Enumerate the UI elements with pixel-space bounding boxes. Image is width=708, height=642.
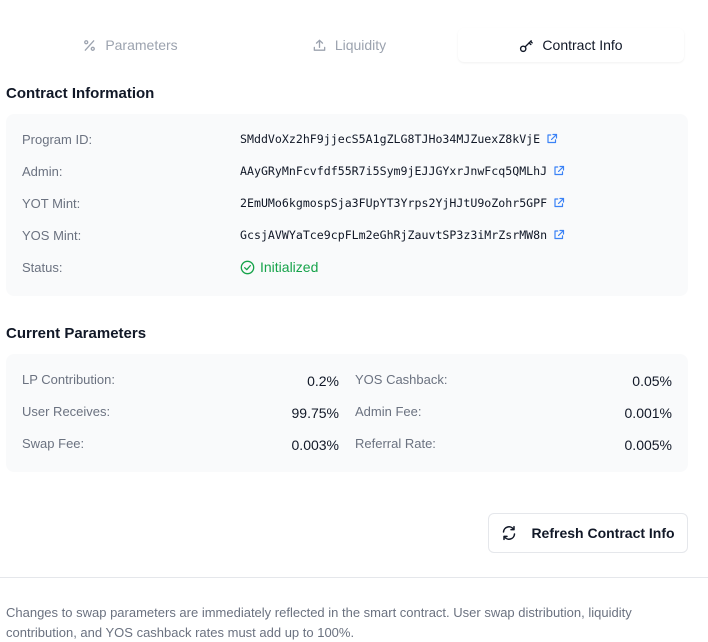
current-parameters-card: LP Contribution: 0.2% User Receives: 99.… [6, 354, 688, 472]
external-link-icon[interactable] [546, 133, 558, 145]
admin-label: Admin: [22, 163, 63, 179]
percent-icon [82, 38, 97, 53]
check-circle-icon [240, 260, 255, 275]
status-text: Initialized [260, 259, 319, 275]
program-id-text: SMddVoXz2hF9jjecS5A1gZLG8TJHo34MJZuexZ8k… [240, 132, 541, 146]
refresh-contract-info-button[interactable]: Refresh Contract Info [488, 513, 688, 553]
tab-parameters[interactable]: Parameters [20, 28, 240, 62]
yos-mint-text: GcsjAVWYaTce9cpFLm2eGhRjZauvtSP3z3iMrZsr… [240, 228, 548, 242]
upload-icon [312, 38, 327, 53]
tab-contract-info[interactable]: Contract Info [458, 28, 684, 62]
external-link-icon[interactable] [553, 229, 565, 241]
yos-cashback-label: YOS Cashback: [355, 372, 448, 387]
swap-fee-value: 0.003% [291, 437, 339, 453]
refresh-button-label: Refresh Contract Info [531, 525, 675, 541]
refresh-icon [501, 525, 517, 541]
user-receives-label: User Receives: [22, 404, 111, 419]
divider [0, 577, 708, 578]
status-badge: Initialized [240, 259, 318, 275]
yos-mint-value: GcsjAVWYaTce9cpFLm2eGhRjZauvtSP3z3iMrZsr… [240, 228, 565, 242]
program-id-label: Program ID: [22, 131, 93, 147]
user-receives-value: 99.75% [291, 405, 339, 421]
yot-mint-text: 2EmUMo6kgmospSja3FUpYT3Yrps2YjHJtU9oZohr… [240, 196, 548, 210]
external-link-icon[interactable] [553, 165, 565, 177]
swap-fee-label: Swap Fee: [22, 436, 85, 451]
contract-info-title: Contract Information [6, 85, 155, 102]
yos-mint-label: YOS Mint: [22, 227, 82, 243]
current-parameters-title: Current Parameters [6, 325, 147, 342]
admin-fee-value: 0.001% [624, 405, 672, 421]
tab-liquidity[interactable]: Liquidity [240, 28, 458, 62]
external-link-icon[interactable] [553, 197, 565, 209]
referral-rate-label: Referral Rate: [355, 436, 436, 451]
tab-bar: Parameters Liquidity Contract Info [0, 26, 708, 64]
key-icon [519, 38, 534, 53]
program-id-value: SMddVoXz2hF9jjecS5A1gZLG8TJHo34MJZuexZ8k… [240, 132, 558, 146]
admin-value: AAyGRyMnFcvfdf55R7i5Sym9jEJJGYxrJnwFcq5Q… [240, 164, 565, 178]
status-label: Status: [22, 259, 63, 275]
referral-rate-value: 0.005% [624, 437, 672, 453]
admin-text: AAyGRyMnFcvfdf55R7i5Sym9jEJJGYxrJnwFcq5Q… [240, 164, 548, 178]
contract-info-card: Program ID: SMddVoXz2hF9jjecS5A1gZLG8TJH… [6, 114, 688, 296]
lp-contribution-value: 0.2% [307, 373, 339, 389]
admin-fee-label: Admin Fee: [355, 404, 422, 419]
lp-contribution-label: LP Contribution: [22, 372, 115, 387]
tab-parameters-label: Parameters [105, 37, 178, 53]
yot-mint-value: 2EmUMo6kgmospSja3FUpYT3Yrps2YjHJtU9oZohr… [240, 196, 565, 210]
yot-mint-label: YOT Mint: [22, 195, 81, 211]
footnote-text: Changes to swap parameters are immediate… [6, 605, 632, 640]
tab-liquidity-label: Liquidity [334, 37, 387, 53]
yos-cashback-value: 0.05% [632, 373, 672, 389]
tab-contract-info-label: Contract Info [542, 37, 623, 53]
